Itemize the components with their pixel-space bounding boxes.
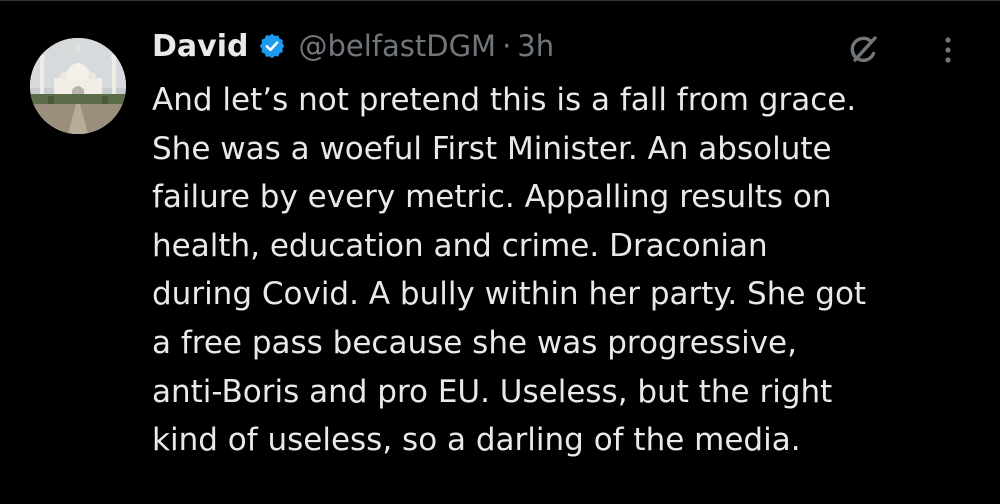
tweet-text-line: failure by every metric. Appalling resul… xyxy=(152,179,832,216)
author-name[interactable]: David xyxy=(152,29,248,64)
top-divider xyxy=(0,0,1000,1)
tweet-text-line: anti-Boris and pro EU. Useless, but the … xyxy=(152,373,833,410)
tweet-text: And let’s not pretend this is a fall fro… xyxy=(152,76,992,465)
tweet-timestamp[interactable]: 3h xyxy=(517,29,554,63)
author-handle[interactable]: @belfastDGM xyxy=(298,29,496,63)
tweet-header: David @belfastDGM · 3h xyxy=(152,24,554,68)
header-separator: · xyxy=(502,29,512,63)
avatar[interactable] xyxy=(30,38,126,134)
tweet-text-line: She was a woeful First Minister. An abso… xyxy=(152,130,832,167)
tweet-text-line: a free pass because she was progressive, xyxy=(152,324,797,361)
verified-badge-icon xyxy=(258,32,286,60)
tweet-text-line: during Covid. A bully within her party. … xyxy=(152,276,867,313)
tweet-text-line: health, education and crime. Draconian xyxy=(152,227,768,264)
tweet-text-line: kind of useless, so a darling of the med… xyxy=(152,422,801,459)
avatar-image xyxy=(30,38,126,134)
more-options-icon[interactable] xyxy=(936,30,960,70)
tweet-text-line: And let’s not pretend this is a fall fro… xyxy=(152,82,857,118)
grok-icon[interactable] xyxy=(844,30,884,70)
